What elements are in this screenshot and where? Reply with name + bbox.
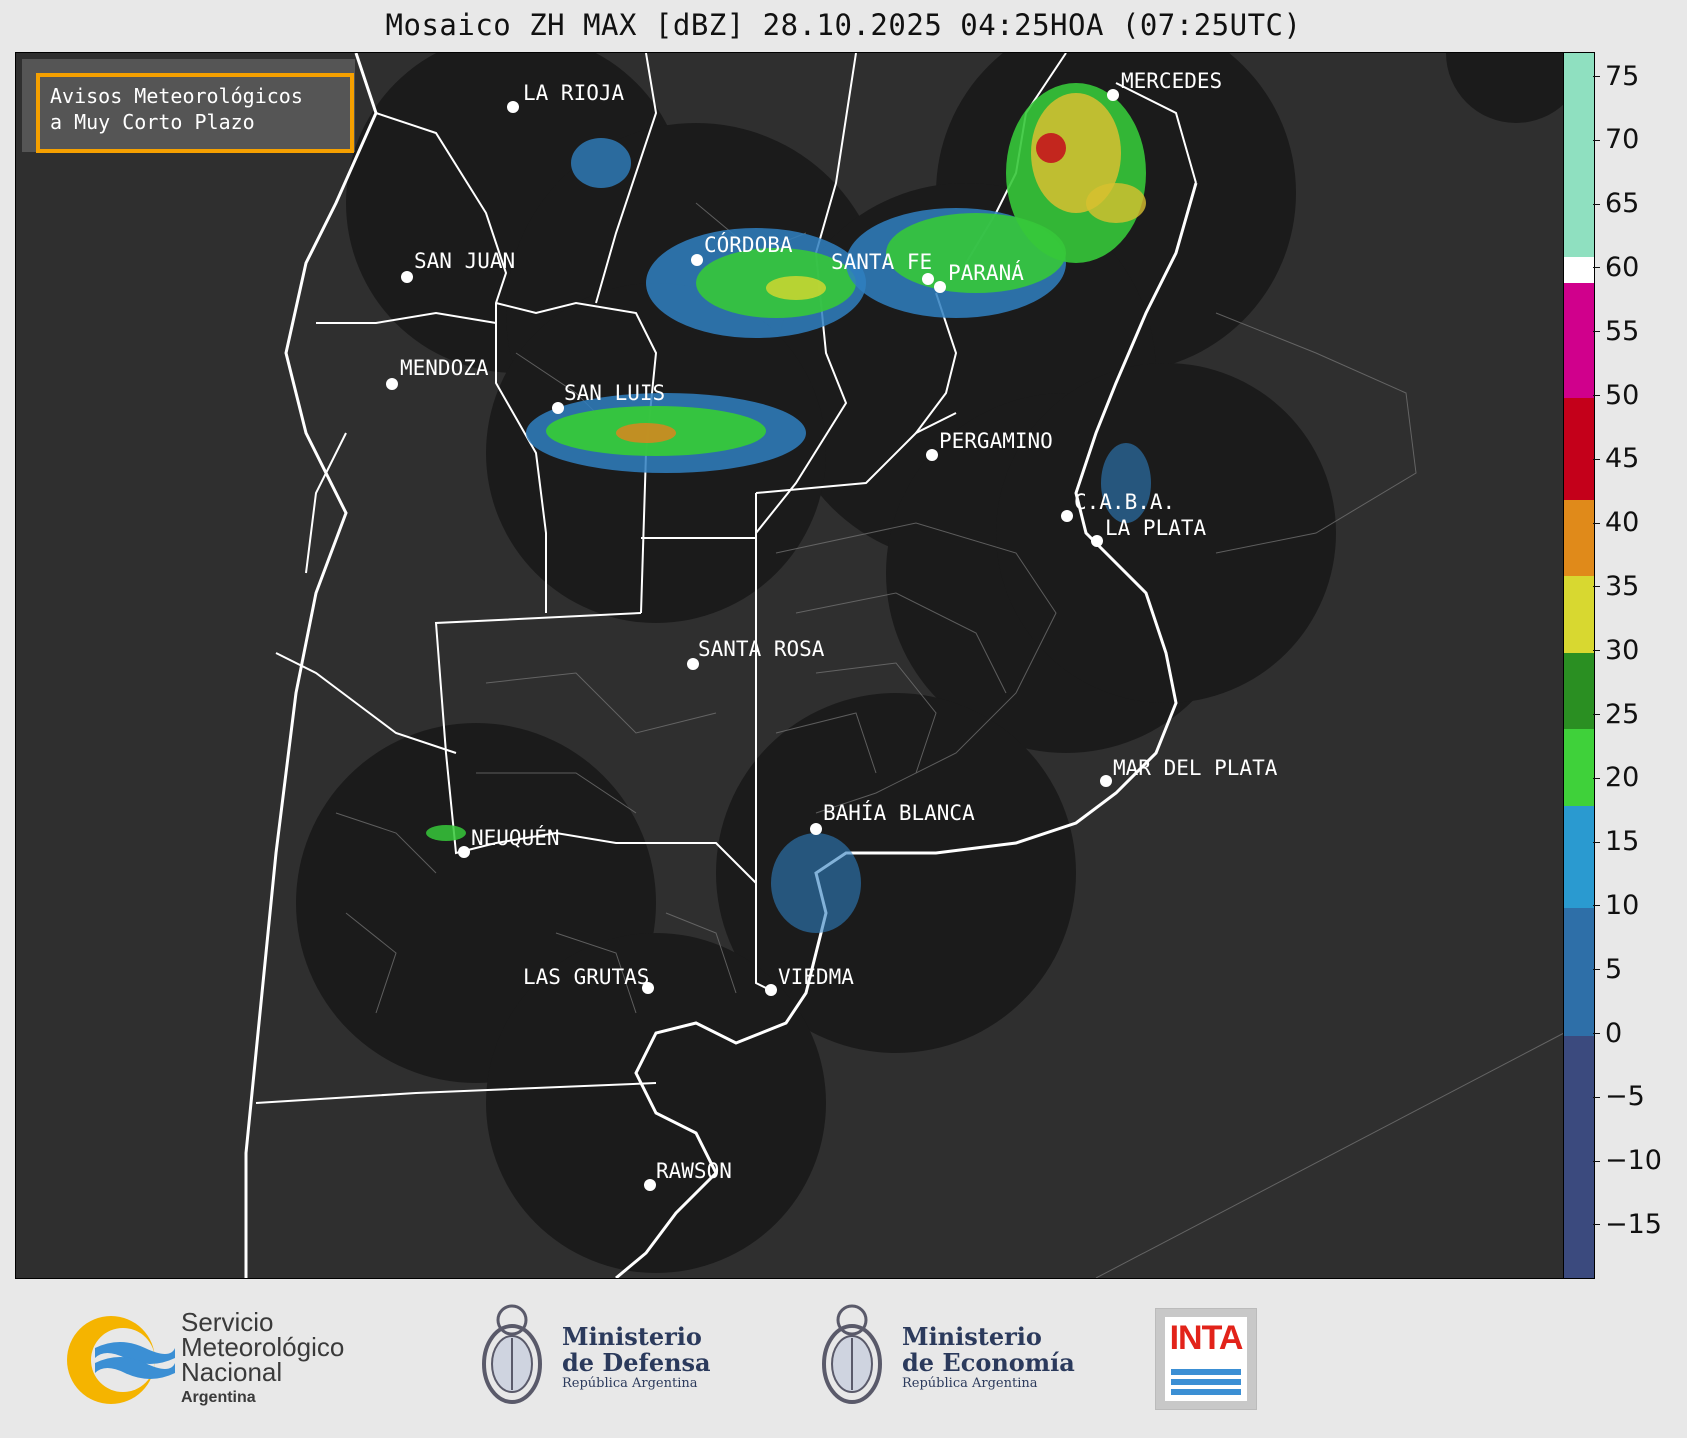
colorbar-band — [1564, 282, 1594, 398]
map-title: Mosaico ZH MAX [dBZ] 28.10.2025 04:25HOA… — [385, 8, 1302, 42]
avisos-line1: Avisos Meteorológicos — [50, 84, 303, 108]
colorbar-band — [1564, 576, 1594, 653]
smn-line4: Argentina — [181, 1389, 256, 1406]
colorbar-tick-label: 15 — [1592, 826, 1639, 857]
defensa-line1: Ministerio — [562, 1322, 702, 1351]
colorbar-band — [1564, 257, 1594, 283]
city-label-neuquen: NEUQUÉN — [471, 826, 560, 850]
city-label-santa-rosa: SANTA ROSA — [698, 637, 825, 661]
colorbar-band — [1564, 499, 1594, 577]
economia-sub: República Argentina — [902, 1376, 1038, 1391]
colorbar-tick-label: −15 — [1593, 1209, 1662, 1240]
smn-logo: Servicio Meteorológico Nacional Argentin… — [65, 1308, 385, 1408]
city-label-parana: PARANÁ — [948, 261, 1024, 285]
colorbar-tick-label: 10 — [1592, 890, 1639, 921]
city-label-la-plata: LA PLATA — [1105, 516, 1207, 540]
economia-line2: de Economía — [902, 1348, 1075, 1377]
inta-label: INTA — [1169, 1319, 1244, 1357]
colorbar-tick-label: 45 — [1592, 443, 1639, 474]
city-label-la-rioja: LA RIOJA — [523, 81, 625, 105]
colorbar-tick-label: 30 — [1592, 635, 1639, 666]
city-label-las-grutas: LAS GRUTAS — [523, 965, 650, 989]
defensa-sub: República Argentina — [562, 1376, 698, 1391]
avisos-link[interactable]: Avisos Meteorológicos a Muy Corto Plazo — [36, 73, 354, 153]
colorbar-tick-label: 70 — [1592, 124, 1639, 155]
national-coat-of-arms-icon — [482, 1304, 542, 1404]
national-coat-of-arms-icon — [822, 1304, 882, 1404]
smn-emblem-icon — [67, 1316, 175, 1404]
colorbar-tick-label: 65 — [1592, 188, 1639, 219]
colorbar-tick-label: 55 — [1592, 316, 1639, 347]
city-marker-viedma — [765, 984, 777, 996]
colorbar-tick-label: 60 — [1592, 252, 1639, 283]
radar-map[interactable]: Avisos Meteorológicos a Muy Corto Plazo … — [15, 52, 1565, 1279]
city-marker-pergamino — [926, 449, 938, 461]
colorbar-tick-label: 35 — [1592, 571, 1639, 602]
colorbar-tick-label: −10 — [1593, 1145, 1662, 1176]
colorbar-tick-label: 20 — [1592, 762, 1639, 793]
dbz-colorbar — [1563, 52, 1595, 1279]
city-marker-mercedes — [1107, 89, 1119, 101]
colorbar-band — [1564, 805, 1594, 908]
city-marker-rawson — [644, 1179, 656, 1191]
city-label-bahia-blanca: BAHÍA BLANCA — [823, 801, 975, 825]
city-marker-parana — [934, 281, 946, 293]
city-marker-bahia-blanca — [810, 823, 822, 835]
colorbar-band — [1564, 652, 1594, 730]
city-label-mar-del-plata: MAR DEL PLATA — [1113, 756, 1278, 780]
city-label-cordoba: CÓRDOBA — [704, 233, 793, 257]
city-label-rawson: RAWSON — [656, 1159, 732, 1183]
economia-logo: Ministerio de Economía República Argenti… — [820, 1298, 1080, 1418]
city-marker-santa-fe — [922, 273, 934, 285]
city-label-mercedes: MERCEDES — [1121, 69, 1223, 93]
defensa-logo: Ministerio de Defensa República Argentin… — [480, 1298, 720, 1418]
city-marker-cordoba — [691, 254, 703, 266]
city-marker-la-plata — [1091, 535, 1103, 547]
city-label-santa-fe: SANTA FE — [831, 250, 933, 274]
defensa-line2: de Defensa — [562, 1348, 711, 1377]
colorbar-band — [1564, 397, 1594, 500]
city-label-san-juan: SAN JUAN — [414, 249, 516, 273]
avisos-panel: Avisos Meteorológicos a Muy Corto Plazo — [22, 59, 355, 153]
colorbar-band — [1564, 729, 1594, 806]
colorbar-tick-label: −5 — [1593, 1081, 1645, 1112]
colorbar-tick-label: 0 — [1592, 1018, 1622, 1049]
city-marker-san-juan — [401, 271, 413, 283]
colorbar-tick-label: 5 — [1592, 954, 1622, 985]
colorbar-band — [1564, 907, 1594, 1036]
avisos-line2: a Muy Corto Plazo — [50, 110, 255, 134]
colorbar-band — [1564, 1035, 1594, 1278]
city-marker-mar-del-plata — [1100, 775, 1112, 787]
city-label-caba: C.A.B.A. — [1074, 490, 1176, 514]
city-label-san-luis: SAN LUIS — [564, 381, 666, 405]
city-label-pergamino: PERGAMINO — [939, 429, 1053, 453]
city-label-viedma: VIEDMA — [778, 965, 854, 989]
city-label-mendoza: MENDOZA — [400, 356, 489, 380]
colorbar-tick-label: 75 — [1592, 61, 1639, 92]
colorbar-tick-label: 40 — [1592, 507, 1639, 538]
city-marker-mendoza — [386, 378, 398, 390]
economia-line1: Ministerio — [902, 1322, 1042, 1351]
city-marker-caba — [1061, 510, 1073, 522]
logo-strip: Servicio Meteorológico Nacional Argentin… — [0, 1278, 1687, 1438]
city-marker-neuquen — [458, 846, 470, 858]
city-marker-san-luis — [552, 402, 564, 414]
smn-line3: Nacional — [181, 1357, 283, 1387]
colorbar-tick-label: 25 — [1592, 699, 1639, 730]
city-marker-la-rioja — [507, 101, 519, 113]
colorbar-tick-label: 50 — [1592, 380, 1639, 411]
inta-logo: INTA — [1155, 1308, 1257, 1410]
colorbar-band — [1564, 53, 1594, 258]
